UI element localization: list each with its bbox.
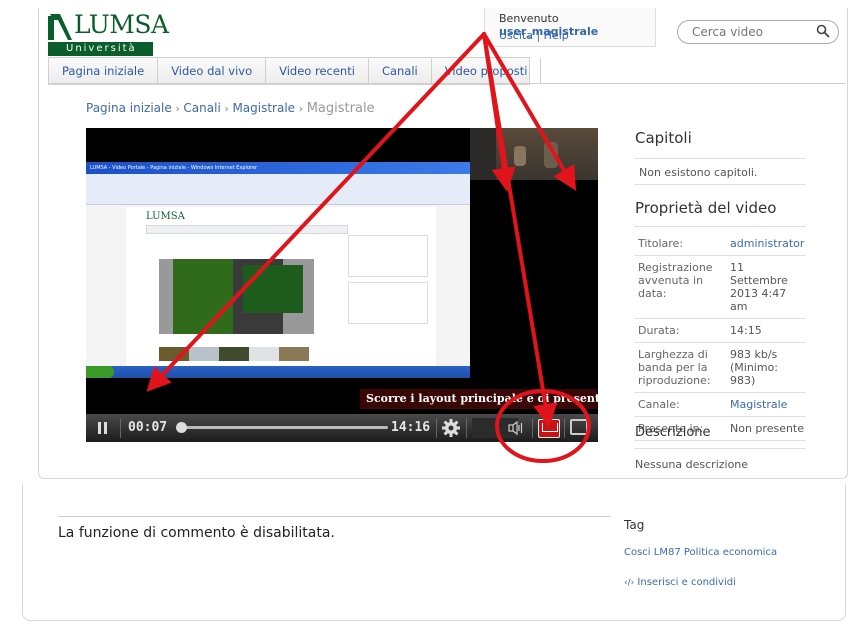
chapters-bottom-divider [634, 184, 806, 185]
breadcrumb-separator: › [175, 104, 180, 115]
layout-tooltip-text: Scorre i layout principale e di presenta… [366, 392, 640, 405]
gear-icon[interactable] [441, 418, 461, 438]
inner-page: LUMSA [126, 207, 436, 367]
comments-disabled-text: La funzione di commento è disabilitata. [58, 525, 335, 541]
logout-link[interactable]: Uscita [499, 29, 533, 42]
help-link[interactable]: Help [544, 29, 569, 42]
pause-icon[interactable] [98, 422, 108, 434]
lumsa-logo-mark-icon [48, 14, 72, 40]
properties-table: Titolare: administrator Registrazione av… [634, 232, 806, 441]
user-box: Benvenuto user_magistrale Uscita | Help [484, 8, 656, 47]
property-row: Durata: 14:15 [634, 319, 806, 343]
property-key: Larghezza di banda per la riproduzione: [638, 348, 711, 387]
comment-divider [58, 516, 610, 517]
inner-start-button [86, 366, 114, 378]
tab-pagina-iniziale[interactable]: Pagina iniziale [49, 58, 159, 84]
property-channel-link[interactable]: Magistrale [710, 398, 806, 411]
volume-icon[interactable] [506, 418, 526, 438]
property-key: Durata: [638, 324, 680, 337]
layout-switch-icon[interactable] [538, 419, 560, 438]
property-value: 983 kb/s (Minimo: 983) [730, 348, 779, 387]
tab-canali[interactable]: Canali [369, 58, 432, 84]
presentation-view[interactable]: LUMSA - Video Portale - Pagina iniziale … [86, 162, 470, 378]
share-link[interactable]: ‹/› Inserisci e condividi [624, 577, 736, 588]
camera-view[interactable] [470, 128, 598, 180]
welcome-prefix: Benvenuto [499, 12, 559, 25]
breadcrumb-separator: › [224, 104, 229, 115]
breadcrumb: Pagina iniziale › Canali › Magistrale › … [86, 101, 375, 116]
lumsa-logo[interactable]: LUMSA Università [48, 10, 169, 56]
description-divider [634, 448, 806, 449]
seek-bar[interactable] [180, 426, 388, 429]
breadcrumb-home[interactable]: Pagina iniziale [86, 101, 172, 115]
property-value: Non presente [730, 422, 805, 435]
breadcrumb-current: Magistrale [306, 101, 375, 116]
property-row: Canale: Magistrale [634, 393, 806, 417]
tab-video-recenti[interactable]: Video recenti [266, 58, 369, 84]
property-row: Registrazione avvenuta in data: 11 Sette… [634, 256, 806, 319]
breadcrumb-canali[interactable]: Canali [183, 101, 220, 115]
search-icon[interactable] [816, 24, 830, 38]
property-row: Titolare: administrator [634, 232, 806, 256]
seek-handle[interactable] [175, 422, 187, 433]
inner-toolbar [86, 174, 470, 205]
time-total: 14:16 [391, 420, 431, 435]
property-key: Titolare: [638, 237, 684, 250]
breadcrumb-channel[interactable]: Magistrale [232, 101, 295, 115]
properties-divider [634, 226, 806, 227]
logo-subtitle: Università [48, 42, 153, 56]
breadcrumb-separator: › [298, 104, 303, 115]
chapters-divider [634, 158, 806, 159]
property-owner-link[interactable]: administrator [710, 237, 806, 250]
layout-tooltip: Scorre i layout principale e di presenta… [360, 389, 640, 409]
search-input[interactable] [690, 23, 814, 41]
inner-window-title: LUMSA - Video Portale - Pagina iniziale … [90, 165, 258, 171]
search-box [677, 20, 839, 44]
nav-divider [48, 83, 846, 84]
property-key: Canale: [638, 398, 680, 411]
time-current: 00:07 [128, 420, 168, 435]
embed-code-icon: ‹/› [624, 578, 635, 588]
tag-link[interactable]: Cosci LM87 Politica economica [624, 547, 777, 558]
chapters-title: Capitoli [635, 129, 692, 147]
properties-title: Proprietà del video [635, 199, 777, 217]
property-key: Registrazione avvenuta in data: [638, 261, 713, 300]
description-title: Descrizione [635, 425, 711, 440]
property-row: Larghezza di banda per la riproduzione: … [634, 343, 806, 393]
description-text: Nessuna descrizione [635, 458, 749, 471]
fullscreen-icon[interactable] [570, 419, 588, 435]
logo-word: LUMSA [74, 10, 169, 39]
inner-logo: LUMSA [146, 211, 185, 222]
player-controls: 00:07 14:16 [86, 414, 598, 442]
property-value: 11 Settembre 2013 4:47 am [730, 261, 788, 313]
main-nav: Pagina iniziale Video dal vivo Video rec… [48, 57, 542, 85]
tab-video-dal-vivo[interactable]: Video dal vivo [158, 58, 267, 84]
inner-taskbar [86, 366, 470, 378]
tab-video-proposti[interactable]: Video proposti [432, 58, 542, 84]
chapters-empty: Non esistono capitoli. [639, 166, 758, 179]
user-links: Uscita | Help [499, 29, 569, 42]
share-label: Inserisci e condividi [637, 577, 736, 588]
tags-title: Tag [624, 518, 645, 532]
property-value: 14:15 [730, 324, 762, 337]
link-separator: | [536, 29, 541, 42]
